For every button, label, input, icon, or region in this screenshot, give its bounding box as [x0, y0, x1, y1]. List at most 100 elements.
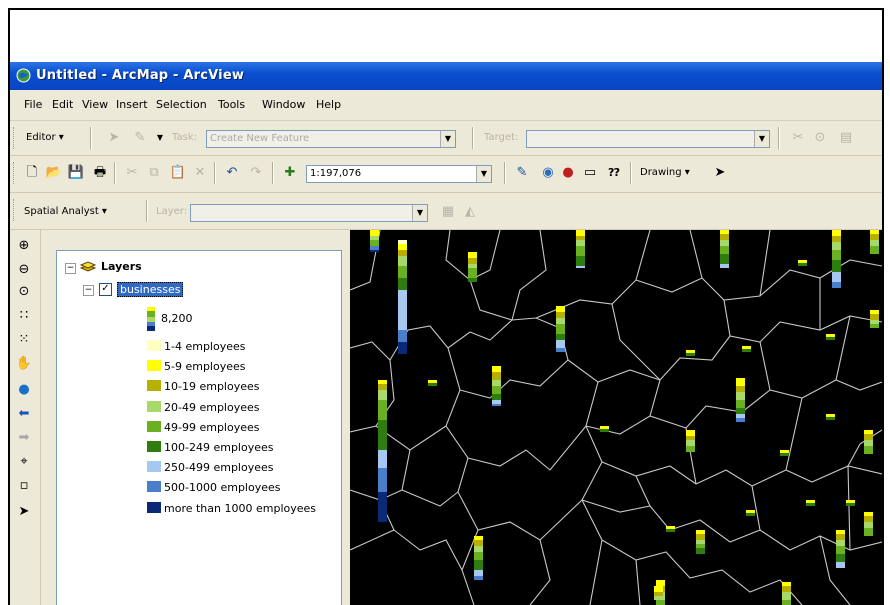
chart-symbol-segment [736, 386, 745, 392]
cut-icon[interactable]: ✂ [122, 163, 142, 183]
chart-symbol-segment [720, 246, 729, 254]
undo-icon[interactable]: ↶ [222, 163, 242, 183]
chart-symbol-segment [836, 554, 845, 562]
open-folder-icon[interactable]: 📂 [44, 163, 64, 183]
legend-label: 5-9 employees [164, 360, 246, 374]
editor-menu-button[interactable]: Editor ▾ [26, 132, 64, 143]
chart-symbol-segment [468, 264, 477, 268]
chart-symbol-segment [782, 592, 791, 600]
chart-symbol-segment [736, 400, 745, 408]
chart-symbol-segment [398, 256, 407, 266]
sketch-dropdown-icon[interactable]: ▼ [150, 128, 170, 148]
chart-symbol-segment [832, 272, 841, 282]
editor-toolbar-icon[interactable]: ✎ [512, 163, 532, 183]
histogram-icon[interactable]: ▦ [438, 202, 458, 222]
layers-frame-label[interactable]: Layers [101, 260, 142, 273]
sketch-pencil-icon[interactable]: ✎ [130, 128, 150, 148]
chart-symbol-segment [492, 404, 501, 406]
chart-symbol-segment [870, 310, 879, 314]
chart-symbol-segment [492, 366, 501, 372]
back-arrow-icon[interactable]: ⬅ [14, 404, 34, 424]
menu-window[interactable]: Window [262, 98, 305, 111]
chart-symbol-segment [656, 580, 665, 586]
task-label: Task: [172, 132, 197, 143]
chart-symbol-segment [378, 380, 387, 384]
select-elements-icon[interactable]: ➤ [710, 163, 730, 183]
fixed-zoom-expand-icon[interactable]: ⁙ [14, 330, 34, 350]
menu-file[interactable]: File [24, 98, 42, 111]
edit-tool-icon[interactable]: ➤ [104, 128, 124, 148]
editor-toolbar: Editor ▾ ➤ ✎ ▼ Task: Create New Feature … [10, 121, 882, 156]
split-tool-icon[interactable]: ✂ [788, 128, 808, 148]
zoom-out-icon[interactable]: ⊖ [14, 260, 34, 280]
chart-symbol-segment [492, 372, 501, 380]
title-bar[interactable]: Untitled - ArcMap - ArcView [10, 62, 882, 90]
select-arrow-icon[interactable]: ➤ [14, 502, 34, 522]
layer-combo[interactable]: ▼ [190, 204, 428, 222]
zoom-in-icon[interactable]: ⊕ [14, 236, 34, 256]
legend-row: 100-249 employees [147, 441, 273, 454]
chart-symbol-segment [832, 236, 841, 242]
chart-symbol-segment [686, 440, 695, 446]
menu-selection[interactable]: Selection [156, 98, 207, 111]
redo-icon[interactable]: ↷ [246, 163, 266, 183]
paste-icon[interactable]: 📋 [168, 163, 188, 183]
chart-symbol-segment [870, 240, 879, 246]
map-display[interactable] [350, 230, 882, 605]
businesses-visibility-checkbox[interactable]: ✓ [99, 283, 112, 296]
arctoolbox-icon[interactable]: ● [558, 163, 578, 183]
businesses-layer-label[interactable]: businesses [117, 282, 184, 297]
menu-help[interactable]: Help [316, 98, 341, 111]
chart-symbol-segment [370, 230, 379, 236]
collapse-businesses-icon[interactable]: − [83, 285, 94, 296]
chart-symbol-segment [780, 450, 789, 453]
chart-symbol-segment [474, 546, 483, 552]
target-combo[interactable]: ▼ [526, 130, 770, 148]
chart-symbol-segment [474, 540, 483, 546]
new-document-icon[interactable]: 🗋 [22, 163, 42, 183]
chart-symbol-segment [556, 340, 565, 348]
delete-icon[interactable]: ✕ [190, 163, 210, 183]
chart-symbol-segment [864, 434, 873, 440]
add-data-icon[interactable]: ✚ [280, 163, 300, 183]
chart-symbol-segment [378, 420, 387, 450]
contour-icon[interactable]: ◭ [460, 202, 480, 222]
full-extent-globe-icon[interactable]: ● [14, 380, 34, 400]
chart-symbol-segment [686, 430, 695, 436]
attributes-icon[interactable]: ▤ [836, 128, 856, 148]
chart-symbol-segment [398, 250, 407, 256]
spatial-analyst-toolbar: Spatial Analyst ▾ Layer: ▼ ▦ ◭ [10, 193, 882, 230]
map-scale-combo[interactable]: 1:197,076 ▼ [306, 165, 492, 183]
collapse-layers-icon[interactable]: − [65, 263, 76, 274]
rotate-tool-icon[interactable]: ⊙ [810, 128, 830, 148]
save-icon[interactable]: 💾 [66, 163, 86, 183]
forward-arrow-icon[interactable]: ➡ [14, 428, 34, 448]
chart-symbol-segment [720, 230, 729, 234]
legend-swatch [147, 441, 161, 452]
task-combo[interactable]: Create New Feature ▼ [206, 130, 456, 148]
chart-symbol-segment [576, 240, 585, 246]
chart-symbol-segment [474, 576, 483, 580]
menu-view[interactable]: View [82, 98, 108, 111]
menu-edit[interactable]: Edit [52, 98, 73, 111]
drawing-menu-button[interactable]: Drawing ▾ [640, 167, 690, 178]
command-line-icon[interactable]: ▭ [580, 163, 600, 183]
arccatalog-icon[interactable]: ◉ [538, 163, 558, 183]
fixed-zoom-in-icon[interactable]: ⊙ [14, 282, 34, 302]
chart-symbol-segment [780, 453, 789, 456]
chart-symbol-segment [378, 468, 387, 492]
menu-tools[interactable]: Tools [218, 98, 245, 111]
copy-icon[interactable]: ⧉ [144, 163, 164, 183]
print-icon[interactable]: 🖶 [90, 163, 110, 183]
legend-swatch [147, 360, 161, 372]
select-features-icon[interactable]: ⌖ [14, 452, 34, 472]
chart-symbol-segment [836, 534, 845, 540]
menu-insert[interactable]: Insert [116, 98, 148, 111]
spatial-analyst-menu-button[interactable]: Spatial Analyst ▾ [24, 206, 107, 217]
legend-label: 49-99 employees [164, 420, 260, 434]
identify-icon[interactable]: ▫ [14, 476, 34, 496]
pan-hand-icon[interactable]: ✋ [14, 354, 34, 374]
chart-symbol-segment [378, 492, 387, 522]
fixed-zoom-out-icon[interactable]: ∷ [14, 306, 34, 326]
whats-this-help-icon[interactable]: ⁇ [604, 163, 624, 183]
